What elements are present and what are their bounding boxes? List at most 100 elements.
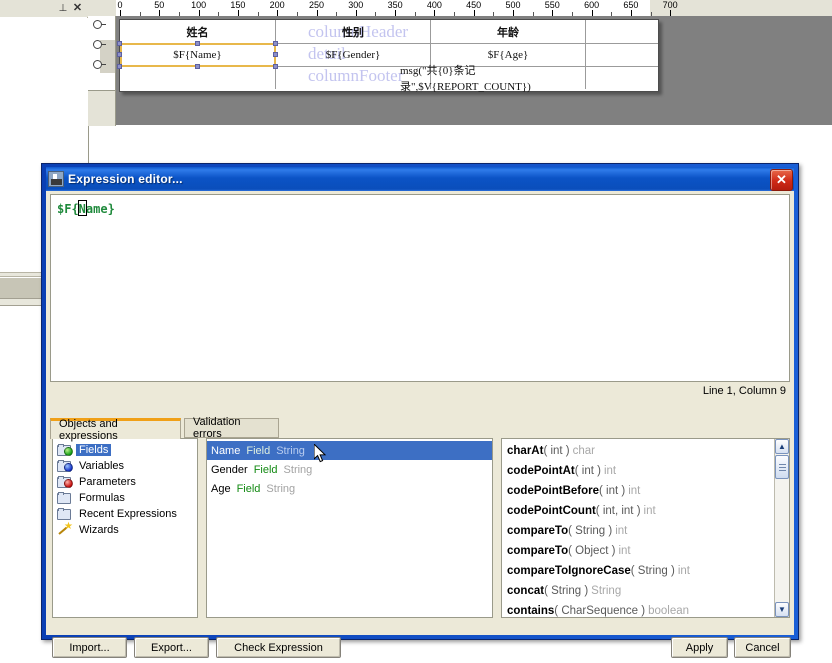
- method-return-type: int: [677, 565, 691, 577]
- methods-list[interactable]: charAt( int ) char codePointAt( int ) int co…: [501, 438, 790, 618]
- text-caret: [78, 200, 87, 216]
- tab-validation-errors[interactable]: Validation errors: [184, 416, 279, 440]
- object-name: Name: [211, 444, 241, 457]
- design-canvas[interactable]: columnHeader detail columnFooter 姓名 性别 年…: [116, 16, 832, 125]
- methods-scrollbar[interactable]: ▲ ▼: [774, 439, 789, 617]
- ruler-label: 450: [466, 0, 482, 10]
- import-button[interactable]: Import...: [52, 637, 127, 658]
- close-icon[interactable]: ✕: [72, 2, 83, 14]
- dialog-titlebar[interactable]: Expression editor... ✕: [46, 167, 794, 191]
- method-row[interactable]: charAt( int ) char: [502, 441, 774, 461]
- tab-objects-and-expressions[interactable]: Objects and expressions: [50, 418, 181, 442]
- cell-header-gender[interactable]: 性别: [276, 20, 430, 43]
- horizontal-ruler: 0 50 100 150 200 250 300 350 400 450 500 550 600 650 7…: [116, 0, 832, 17]
- method-name: charAt: [507, 445, 544, 457]
- resize-handle-middle-left[interactable]: [117, 52, 122, 57]
- ruler-label: 150: [230, 0, 246, 10]
- tree-item-parameters[interactable]: Parameters: [53, 474, 197, 490]
- table-row[interactable]: msg("共{0}条记录",$V{REPORT_COUNT}): [120, 65, 658, 93]
- method-row[interactable]: compareToIgnoreCase( String ) int: [502, 561, 774, 581]
- cell-header-name[interactable]: 姓名: [120, 20, 275, 43]
- resize-handle-bottom-right[interactable]: [273, 64, 278, 69]
- resize-handle-top-left[interactable]: [117, 41, 122, 46]
- method-row[interactable]: codePointCount( int, int ) int: [502, 501, 774, 521]
- method-args: ( String ): [630, 565, 675, 577]
- vertical-ruler-tick: [101, 24, 106, 25]
- check-expression-button[interactable]: Check Expression: [216, 637, 341, 658]
- resize-handle-bottom-center[interactable]: [195, 64, 200, 69]
- cancel-button[interactable]: Cancel: [734, 637, 791, 658]
- bg-divider-1: [0, 272, 46, 277]
- method-return-type: boolean: [648, 605, 690, 617]
- tree-item-wizards[interactable]: Wizards: [53, 521, 197, 538]
- cell-footer-count[interactable]: msg("共{0}条记录",$V{REPORT_COUNT}): [400, 65, 585, 93]
- vertical-ruler-tick: [101, 44, 106, 45]
- method-row[interactable]: codePointBefore( int ) int: [502, 481, 774, 501]
- pin-icon[interactable]: ⊥: [58, 3, 68, 14]
- ruler-label: 600: [584, 0, 600, 10]
- method-args: ( CharSequence ): [554, 605, 646, 617]
- method-args: ( String ): [568, 525, 613, 537]
- object-type: String: [283, 463, 313, 476]
- objects-list[interactable]: Name Field String Gender Field String Age Field…: [206, 438, 493, 618]
- cell-header-age[interactable]: 年龄: [431, 20, 585, 43]
- tree-item-recent-expressions[interactable]: Recent Expressions: [53, 506, 197, 522]
- apply-button[interactable]: Apply: [671, 637, 728, 658]
- cell-footer-empty-4[interactable]: [586, 67, 658, 89]
- table-row[interactable]: 姓名 性别 年龄: [120, 20, 658, 43]
- cell-footer-empty-1[interactable]: [120, 67, 275, 89]
- object-row[interactable]: Gender Field String: [207, 460, 492, 479]
- resize-handle-bottom-left[interactable]: [117, 64, 122, 69]
- method-row[interactable]: codePointAt( int ) int: [502, 461, 774, 481]
- object-name: Age: [211, 482, 231, 495]
- object-name: Gender: [211, 463, 248, 476]
- ruler-label: 50: [154, 0, 165, 10]
- object-type: String: [276, 444, 305, 457]
- export-button[interactable]: Export...: [134, 637, 209, 658]
- method-name: contains: [507, 605, 555, 617]
- scroll-down-icon[interactable]: ▼: [775, 602, 789, 617]
- application-icon: [48, 171, 64, 187]
- method-row[interactable]: compareTo( String ) int: [502, 521, 774, 541]
- folder-icon: [57, 491, 72, 505]
- resize-handle-top-right[interactable]: [273, 41, 278, 46]
- folder-blue-ball-icon: [57, 459, 73, 473]
- method-row[interactable]: concat( String ) String: [502, 581, 774, 601]
- object-type: String: [266, 482, 296, 495]
- expression-input-inner[interactable]: $F{Name}: [52, 196, 788, 380]
- object-row[interactable]: Age Field String: [207, 479, 492, 498]
- cell-header-empty[interactable]: [586, 20, 658, 43]
- report-sheet[interactable]: columnHeader detail columnFooter 姓名 性别 年…: [117, 19, 659, 93]
- dialog-body: $F{Name} Line 1, Column 9 Objects and ex…: [46, 191, 794, 658]
- ruler-label: 200: [269, 0, 285, 10]
- tree-item-variables[interactable]: Variables: [53, 458, 197, 474]
- object-category-tree[interactable]: Fields Variables Parameters Formulas Recent …: [52, 438, 198, 618]
- folder-red-ball-icon: [57, 475, 73, 489]
- tree-item-formulas[interactable]: Formulas: [53, 490, 197, 506]
- method-args: ( int ): [543, 445, 570, 457]
- vertical-ruler-footer: [88, 90, 116, 126]
- resize-handle-top-center[interactable]: [195, 41, 200, 46]
- method-name: codePointAt: [507, 465, 575, 477]
- tree-item-fields[interactable]: Fields: [53, 442, 197, 458]
- resize-handle-middle-right[interactable]: [273, 52, 278, 57]
- scrollbar-thumb[interactable]: [775, 455, 789, 479]
- expression-input[interactable]: $F{Name}: [50, 194, 790, 382]
- scroll-up-icon[interactable]: ▲: [775, 439, 789, 454]
- method-name: concat: [507, 585, 545, 597]
- dialog-title: Expression editor...: [68, 172, 183, 186]
- method-args: ( int, int ): [595, 505, 641, 517]
- cell-detail-empty[interactable]: [586, 44, 658, 66]
- method-row[interactable]: contains( CharSequence ) boolean: [502, 601, 774, 617]
- folder-icon: [57, 507, 72, 521]
- method-return-type: int: [643, 505, 656, 517]
- expression-editor-dialog[interactable]: Expression editor... ✕ $F{Name} Line 1, …: [41, 163, 799, 658]
- close-icon[interactable]: ✕: [770, 169, 793, 191]
- method-name: compareTo: [507, 525, 569, 537]
- methods-scroll-area[interactable]: charAt( int ) char codePointAt( int ) int co…: [502, 439, 774, 617]
- ruler-label: 400: [426, 0, 442, 10]
- method-return-type: int: [615, 525, 628, 537]
- method-row[interactable]: compareTo( Object ) int: [502, 541, 774, 561]
- tab-bar[interactable]: Objects and expressions Validation error…: [50, 416, 790, 442]
- object-row[interactable]: Name Field String: [207, 441, 492, 460]
